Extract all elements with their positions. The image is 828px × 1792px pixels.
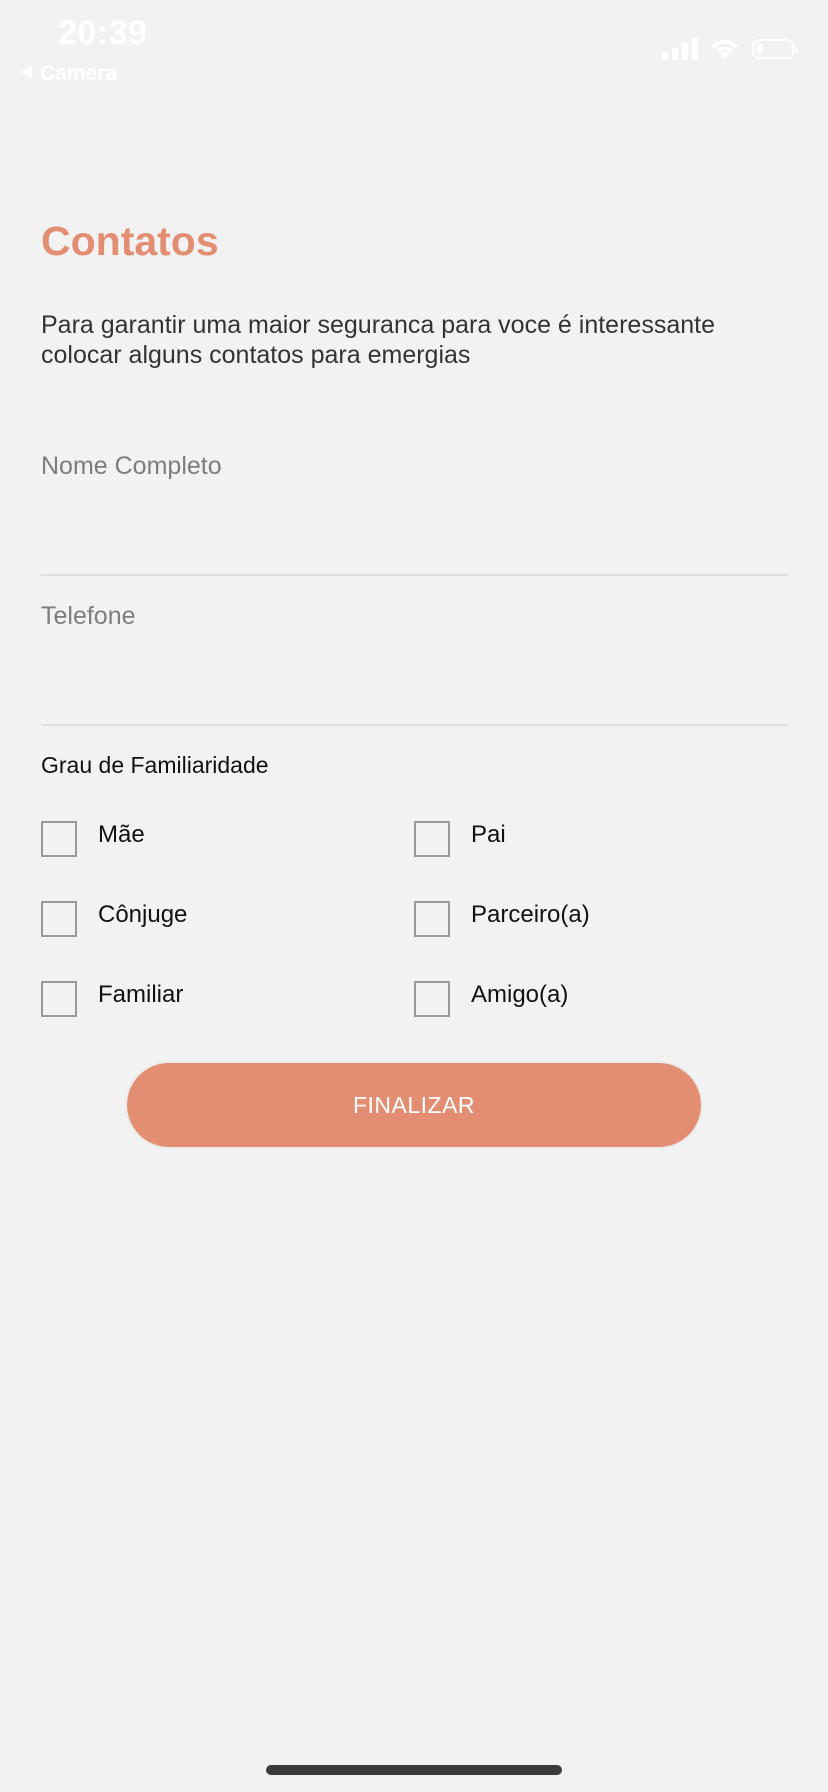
option-mae[interactable]: Mãe [41,818,145,860]
option-label-parceiro: Parceiro(a) [471,901,590,928]
option-pai[interactable]: Pai [414,818,506,860]
checkbox-mae[interactable] [41,821,77,857]
full-name-input[interactable] [41,526,788,566]
status-icons [662,38,798,60]
back-app-label: Camera [40,62,118,85]
option-amigo[interactable]: Amigo(a) [414,978,568,1020]
phone-input[interactable] [41,676,788,716]
option-parceiro[interactable]: Parceiro(a) [414,898,590,940]
full-name-field[interactable]: Nome Completo [41,452,788,576]
home-indicator[interactable] [266,1765,562,1775]
checkbox-amigo[interactable] [414,981,450,1017]
checkbox-pai[interactable] [414,821,450,857]
status-bar: 20:39 Camera [0,0,828,90]
status-time: 20:39 [58,14,148,52]
option-label-pai: Pai [471,821,506,848]
option-label-familiar: Familiar [98,981,184,1008]
phone-label: Telefone [41,602,136,630]
checkbox-familiar[interactable] [41,981,77,1017]
option-familiar[interactable]: Familiar [41,978,183,1020]
back-arrow-icon [20,65,32,79]
back-to-app-button[interactable]: Camera [20,62,117,86]
option-label-conjuge: Cônjuge [98,901,188,928]
option-conjuge[interactable]: Cônjuge [41,898,187,940]
wifi-icon [710,38,740,60]
checkbox-parceiro[interactable] [414,901,450,937]
option-label-mae: Mãe [98,821,145,848]
battery-icon [752,39,798,59]
cellular-signal-icon [662,38,698,60]
full-name-label: Nome Completo [41,452,222,480]
finalize-button[interactable]: FINALIZAR [125,1061,703,1149]
option-label-amigo: Amigo(a) [471,981,569,1008]
relationship-label: Grau de Familiaridade [41,752,269,778]
checkbox-conjuge[interactable] [41,901,77,937]
page-title: Contatos [41,218,219,264]
phone-field[interactable]: Telefone [41,602,788,726]
intro-text: Para garantir uma maior seguranca para v… [41,311,715,369]
